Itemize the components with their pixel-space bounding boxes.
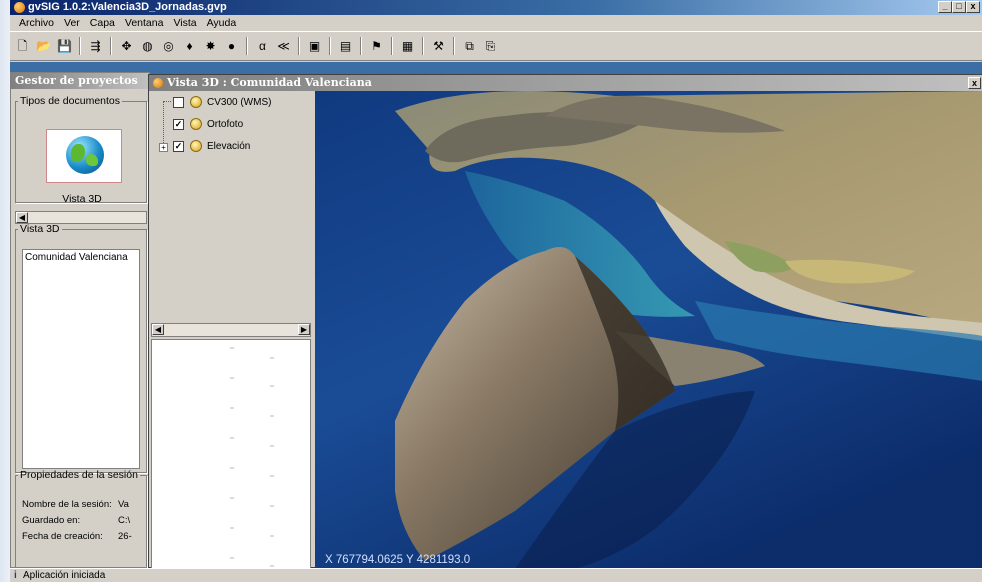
layer-name: CV300 (WMS)	[207, 96, 272, 108]
toolbar-separator	[453, 37, 455, 55]
3d-globe-view[interactable]: X 767794.0625 Y 4281193.0	[315, 91, 982, 569]
zoom-globe-icon[interactable]: ◍	[139, 38, 156, 55]
menu-archivo[interactable]: Archivo	[14, 15, 59, 31]
creation-date-label: Fecha de creación:	[22, 531, 103, 542]
menu-ventana[interactable]: Ventana	[120, 15, 169, 31]
vista3d-list-group: Vista 3D Comunidad Valenciana	[15, 223, 147, 473]
toolbar-separator	[360, 37, 362, 55]
creation-date-value: 26-	[118, 531, 132, 542]
vista3d-window: Vista 3D : Comunidad Valenciana x CV300 …	[148, 74, 982, 582]
tool-icon[interactable]: ✸	[202, 38, 219, 55]
menu-vista[interactable]: Vista	[168, 15, 201, 31]
vista3d-window-icon	[153, 78, 163, 88]
saved-in-value: C:\	[118, 515, 131, 526]
gvsig-window: gvSIG 1.0.2:Valencia3D_Jornadas.gvp _ □ …	[10, 0, 982, 582]
layer-item[interactable]: ✓ Elevación	[173, 139, 250, 153]
layer-toc: CV300 (WMS) ✓ Ortofoto ✓ Elevación + ◀ ▶	[149, 91, 314, 582]
menu-capa[interactable]: Capa	[85, 15, 120, 31]
document-types-label: Tipos de documentos	[20, 95, 121, 107]
locator-grid	[230, 347, 274, 567]
save-project-icon[interactable]: 💾	[56, 38, 73, 55]
scroll-left-icon[interactable]: ◀	[152, 324, 164, 335]
toolbar: 🗋 📂 💾 ⇶ ✥ ◍ ◎ ♦ ✸ ● α ≪ ▣ ▤ ⚑ ▦ ⚒ ⧉ ⎘	[10, 31, 982, 61]
close-button[interactable]: x	[966, 1, 980, 13]
toc-scrollbar[interactable]: ◀ ▶	[151, 323, 311, 337]
open-project-icon[interactable]: 📂	[35, 38, 52, 55]
layer-name: Ortofoto	[207, 118, 244, 130]
toolbar-separator	[422, 37, 424, 55]
locator-map[interactable]	[151, 339, 311, 582]
status-bar: i Aplicación iniciada	[10, 568, 982, 582]
toolbar-separator	[110, 37, 112, 55]
pan-icon[interactable]: ✥	[118, 38, 135, 55]
session-properties-group: Propiedades de la sesión Nombre de la se…	[15, 469, 147, 569]
add-layer-icon[interactable]: ⇶	[87, 38, 104, 55]
project-manager-panel: Gestor de proyectos Tipos de documentos …	[10, 72, 150, 569]
menu-ayuda[interactable]: Ayuda	[202, 15, 242, 31]
vista3d-title-bar[interactable]: Vista 3D : Comunidad Valenciana x	[149, 75, 982, 91]
layer-visibility-checkbox[interactable]	[173, 96, 184, 108]
session-name-label: Nombre de la sesión:	[22, 499, 112, 510]
info-icon: i	[14, 570, 17, 581]
vista3d-list[interactable]: Comunidad Valenciana	[22, 249, 140, 469]
layer-item[interactable]: CV300 (WMS)	[173, 95, 271, 109]
scroll-left-icon[interactable]: ◀	[16, 212, 28, 223]
settings-icon[interactable]: ⚒	[430, 38, 447, 55]
layer-item[interactable]: ✓ Ortofoto	[173, 117, 243, 131]
expand-icon[interactable]: +	[159, 143, 168, 152]
coordinates-readout: X 767794.0625 Y 4281193.0	[325, 554, 470, 566]
layer-visibility-checkbox[interactable]: ✓	[173, 140, 184, 152]
globe-icon	[66, 136, 104, 174]
3d-terrain-render: X 767794.0625 Y 4281193.0	[315, 91, 982, 569]
flag-icon[interactable]: ⚑	[368, 38, 385, 55]
pdf-icon[interactable]: ⎘	[482, 38, 499, 55]
gvsig-app-icon	[14, 2, 25, 13]
frame-icon[interactable]: ▤	[337, 38, 354, 55]
menu-ver[interactable]: Ver	[59, 15, 85, 31]
title-bar[interactable]: gvSIG 1.0.2:Valencia3D_Jornadas.gvp _ □ …	[10, 0, 982, 15]
layer-type-icon	[190, 118, 202, 130]
toolbar-separator	[329, 37, 331, 55]
doc-type-label: Vista 3D	[62, 193, 102, 205]
session-name-value: Va	[118, 499, 129, 510]
vista3d-title: Vista 3D : Comunidad Valenciana	[167, 76, 372, 89]
window-title: gvSIG 1.0.2:Valencia3D_Jornadas.gvp	[28, 1, 227, 13]
layout-icon[interactable]: ▣	[306, 38, 323, 55]
scroll-right-icon[interactable]: ▶	[298, 324, 310, 335]
layer-type-icon	[190, 96, 202, 108]
toolbar-separator	[298, 37, 300, 55]
navigation-icon[interactable]: ♦	[181, 38, 198, 55]
layer-visibility-checkbox[interactable]: ✓	[173, 118, 184, 130]
layer-name: Elevación	[207, 140, 251, 152]
maximize-button[interactable]: □	[952, 1, 966, 13]
saved-in-label: Guardado en:	[22, 515, 81, 526]
vista3d-close-button[interactable]: x	[968, 77, 981, 89]
toolbar-separator	[246, 37, 248, 55]
project-manager-title[interactable]: Gestor de proyectos	[11, 73, 149, 89]
toolbar-separator	[391, 37, 393, 55]
vista3d-group-label: Vista 3D	[20, 223, 60, 235]
zoom-target-icon[interactable]: ◎	[160, 38, 177, 55]
minimize-button[interactable]: _	[938, 1, 952, 13]
new-project-icon[interactable]: 🗋	[14, 38, 31, 55]
menu-bar: Archivo Ver Capa Ventana Vista Ayuda	[10, 15, 982, 31]
layer-type-icon	[190, 140, 202, 152]
globe-icon[interactable]: ●	[223, 38, 240, 55]
toolbar-separator	[79, 37, 81, 55]
select-icon[interactable]: ▦	[399, 38, 416, 55]
vista3d-doc-type-button[interactable]	[46, 129, 122, 183]
alpha-icon[interactable]: α	[254, 38, 271, 55]
mdi-workspace: Gestor de proyectos Tipos de documentos …	[10, 62, 982, 582]
status-text: Aplicación iniciada	[23, 570, 106, 581]
session-properties-label: Propiedades de la sesión	[20, 469, 138, 481]
measure-icon[interactable]: ≪	[275, 38, 292, 55]
document-types-group: Tipos de documentos Vista 3D	[15, 95, 147, 205]
copy-icon[interactable]: ⧉	[461, 38, 478, 55]
list-item[interactable]: Comunidad Valenciana	[25, 252, 137, 263]
